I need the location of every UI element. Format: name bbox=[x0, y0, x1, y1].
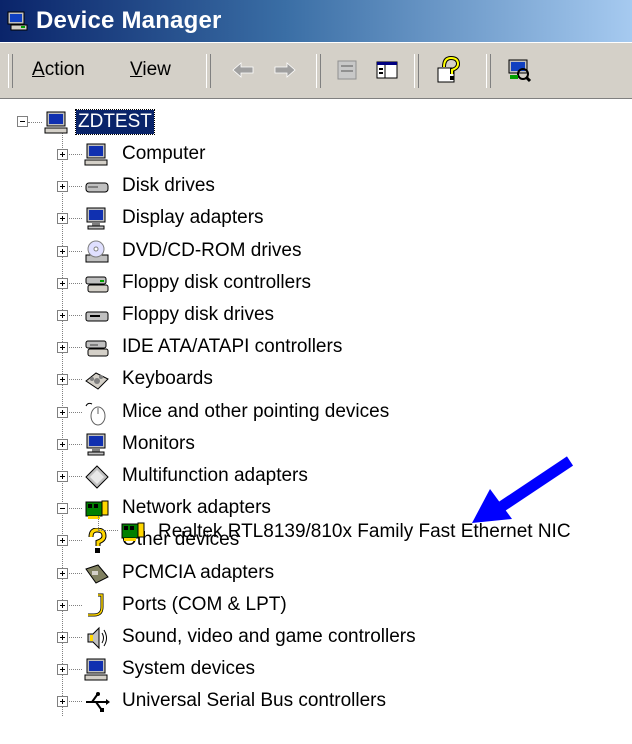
root-collapse-toggle[interactable] bbox=[17, 116, 28, 127]
tree-item-label[interactable]: Monitors bbox=[122, 432, 195, 456]
menu-action-rest: ction bbox=[44, 59, 85, 80]
tree-item-label[interactable]: Disk drives bbox=[122, 174, 215, 198]
console-tree-icon bbox=[376, 61, 398, 79]
tree-item-label[interactable]: System devices bbox=[122, 657, 255, 681]
usb-icon bbox=[86, 692, 110, 713]
computer-icon bbox=[44, 111, 68, 134]
window-title: Device Manager bbox=[36, 7, 222, 34]
expand-toggle[interactable] bbox=[57, 342, 68, 354]
show-hide-tree-button[interactable] bbox=[370, 54, 404, 86]
toolbar-separator bbox=[486, 54, 491, 88]
menu-toolbar: Action View bbox=[0, 42, 632, 99]
forward-button[interactable] bbox=[268, 54, 302, 86]
ide-controller-icon bbox=[85, 340, 109, 357]
expand-toggle[interactable] bbox=[57, 310, 68, 321]
question-mark-icon bbox=[88, 528, 107, 554]
floppy-controller-icon bbox=[85, 276, 109, 293]
expand-toggle[interactable] bbox=[57, 535, 68, 547]
menu-action-mnemonic: A bbox=[32, 59, 45, 80]
tree-item-label[interactable]: Computer bbox=[122, 142, 205, 166]
display-adapter-icon bbox=[86, 207, 106, 230]
expand-toggle[interactable] bbox=[57, 181, 68, 193]
collapse-toggle[interactable] bbox=[57, 503, 68, 515]
tree-item-label[interactable]: DVD/CD-ROM drives bbox=[122, 239, 301, 263]
tree-item-label[interactable]: Display adapters bbox=[122, 206, 264, 230]
title-bar: Device Manager bbox=[0, 0, 632, 42]
network-adapter-icon bbox=[85, 500, 109, 520]
up-button[interactable] bbox=[330, 54, 364, 86]
scan-hardware-icon bbox=[508, 59, 532, 83]
tree-item-label[interactable]: Floppy disk controllers bbox=[122, 271, 311, 295]
expand-toggle[interactable] bbox=[57, 599, 68, 611]
pcmcia-icon bbox=[85, 564, 109, 584]
expand-toggle[interactable] bbox=[57, 374, 68, 386]
expand-toggle[interactable] bbox=[57, 632, 68, 643]
expand-toggle[interactable] bbox=[57, 696, 68, 708]
scan-hardware-button[interactable] bbox=[502, 54, 536, 86]
tree-item-label[interactable]: Multifunction adapters bbox=[122, 464, 308, 488]
help-icon bbox=[437, 56, 461, 83]
menu-view[interactable]: View bbox=[130, 59, 171, 81]
expand-toggle[interactable] bbox=[57, 406, 68, 418]
tree-item-label[interactable]: Universal Serial Bus controllers bbox=[122, 689, 386, 713]
monitor-icon bbox=[86, 433, 106, 456]
toolbar-separator bbox=[316, 54, 321, 88]
disk-drive-icon bbox=[85, 182, 109, 193]
expand-toggle[interactable] bbox=[57, 567, 68, 579]
tree-item-label[interactable]: Sound, video and game controllers bbox=[122, 625, 416, 649]
menu-action[interactable]: Action bbox=[32, 59, 85, 81]
tree-branch-line bbox=[98, 516, 99, 530]
tree-item-label[interactable]: Mice and other pointing devices bbox=[122, 400, 389, 424]
tree-branch-line bbox=[98, 530, 118, 531]
tree-item-label[interactable]: Floppy disk drives bbox=[122, 303, 274, 327]
menu-view-rest: iew bbox=[142, 59, 171, 80]
floppy-drive-icon bbox=[85, 311, 109, 322]
help-button[interactable] bbox=[432, 54, 466, 86]
tree-item-label[interactable]: PCMCIA adapters bbox=[122, 561, 274, 585]
device-tree: ZDTEST Computer Disk drives Display adapte… bbox=[0, 98, 632, 744]
tree-root-label[interactable]: ZDTEST bbox=[75, 109, 155, 135]
tree-item-label[interactable]: Keyboards bbox=[122, 367, 213, 391]
toolbar-separator bbox=[414, 54, 419, 88]
toolbar-grip[interactable] bbox=[8, 54, 13, 88]
multifunction-icon bbox=[85, 465, 109, 489]
menu-view-mnemonic: V bbox=[130, 59, 143, 80]
back-button[interactable] bbox=[226, 54, 260, 86]
cd-rom-icon bbox=[85, 240, 109, 263]
computer-icon bbox=[84, 658, 108, 681]
properties-icon bbox=[337, 60, 357, 80]
computer-icon bbox=[84, 143, 108, 166]
mouse-icon bbox=[85, 402, 106, 426]
port-icon bbox=[88, 593, 104, 617]
expand-toggle[interactable] bbox=[57, 213, 68, 225]
back-arrow-icon bbox=[232, 62, 254, 78]
expand-toggle[interactable] bbox=[57, 277, 68, 289]
annotation-arrow-icon bbox=[472, 456, 574, 523]
keyboard-icon bbox=[85, 372, 109, 391]
expand-toggle[interactable] bbox=[57, 664, 68, 676]
forward-arrow-icon bbox=[274, 62, 296, 78]
toolbar-grip[interactable] bbox=[206, 54, 211, 88]
device-manager-icon bbox=[7, 11, 28, 31]
tree-item-label[interactable]: Ports (COM & LPT) bbox=[122, 593, 287, 617]
tree-item-label[interactable]: IDE ATA/ATAPI controllers bbox=[122, 335, 342, 359]
tree-item-label[interactable]: Network adapters bbox=[122, 496, 271, 520]
expand-toggle[interactable] bbox=[57, 245, 68, 257]
expand-toggle[interactable] bbox=[57, 149, 68, 160]
tree-branch-line bbox=[28, 122, 42, 123]
speaker-icon bbox=[87, 626, 107, 650]
network-adapter-icon bbox=[121, 522, 145, 541]
expand-toggle[interactable] bbox=[57, 471, 68, 482]
expand-toggle[interactable] bbox=[57, 438, 68, 450]
